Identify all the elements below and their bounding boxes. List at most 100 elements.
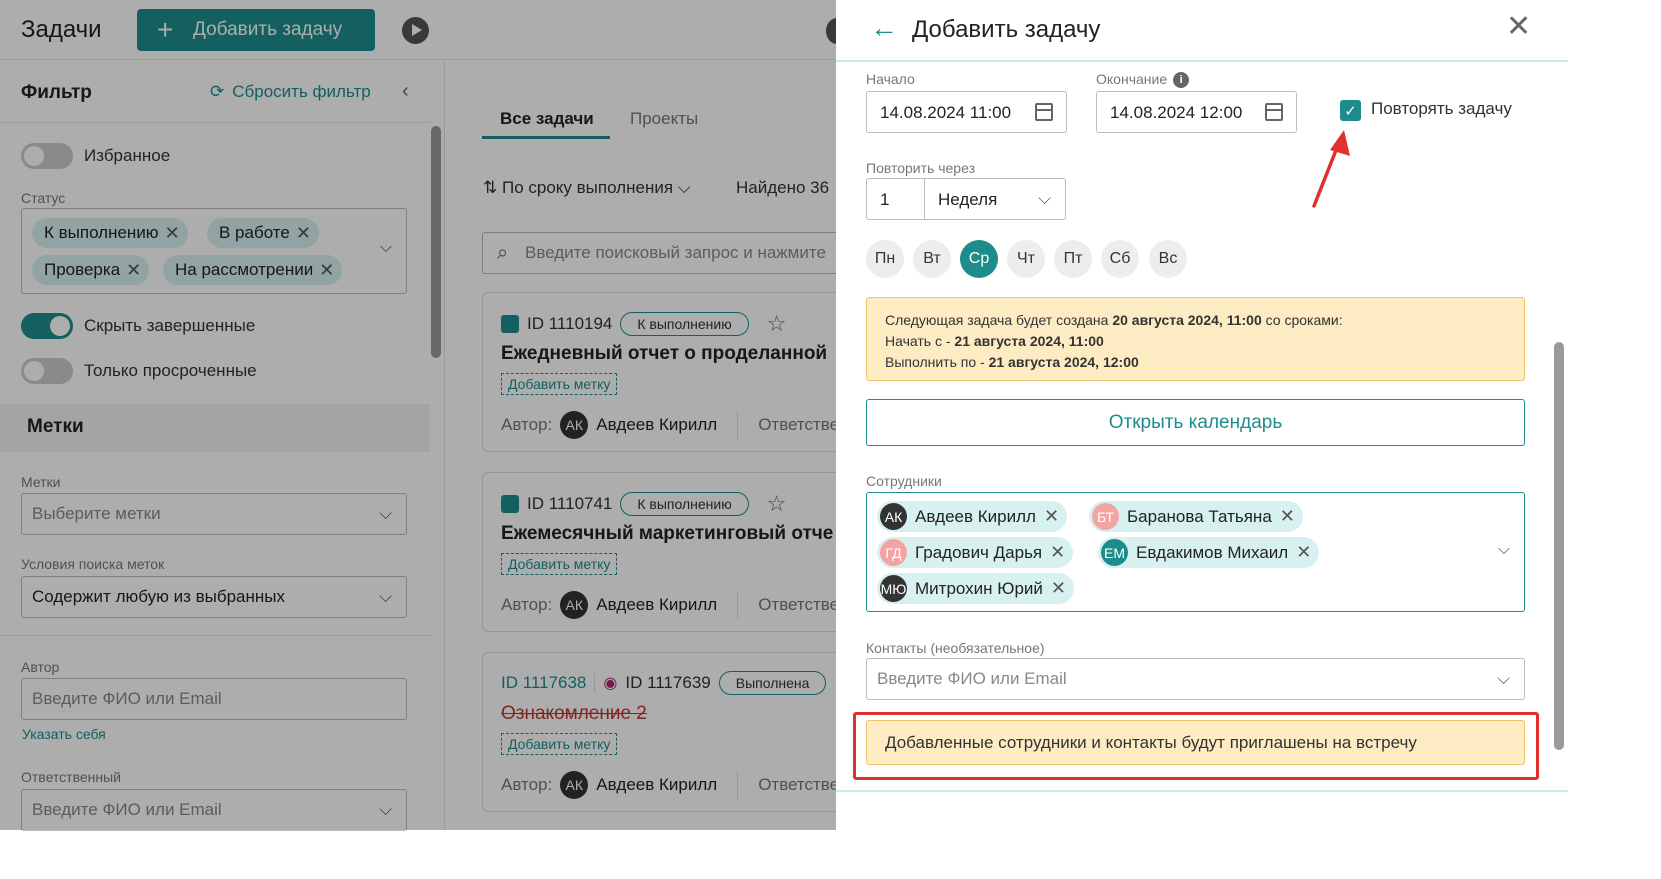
status-badge[interactable]: К выполнению (620, 312, 749, 336)
repeat-task-checkbox[interactable]: ✓ (1340, 100, 1361, 121)
status-badge[interactable]: К выполнению (620, 492, 749, 516)
star-icon[interactable]: ☆ (767, 491, 787, 517)
star-icon[interactable]: ☆ (767, 311, 787, 337)
remove-icon[interactable]: ✕ (1280, 506, 1295, 527)
top-bar: Задачи + Добавить задачу (0, 0, 848, 60)
remove-icon[interactable]: ✕ (296, 223, 311, 244)
task-tabs: Все задачи Проекты (482, 99, 836, 139)
repeat-unit-select[interactable]: Неделя ⌵ (924, 178, 1066, 220)
task-type-icon (501, 315, 519, 333)
divider (737, 591, 739, 619)
add-task-label: Добавить задачу (193, 19, 343, 40)
task-title[interactable]: Ежемесячный маркетинговый отче (501, 523, 833, 545)
remove-icon[interactable]: ✕ (1050, 542, 1065, 563)
status-select[interactable]: К выполнению ✕ В работе ✕ Проверка ✕ На рас… (21, 208, 407, 294)
add-task-button[interactable]: + Добавить задачу (137, 9, 375, 51)
chevron-down-icon: ⌵ (379, 587, 392, 606)
set-self-link[interactable]: Указать себя (22, 726, 106, 742)
employee-chip[interactable]: АК Авдеев Кирилл ✕ (877, 501, 1068, 532)
task-title[interactable]: Ознакомление 2 (501, 703, 647, 725)
weekday-fri[interactable]: Пт (1054, 240, 1092, 278)
status-chip[interactable]: В работе ✕ (207, 218, 319, 248)
remove-icon[interactable]: ✕ (1296, 542, 1311, 563)
calendar-icon[interactable] (1035, 103, 1053, 121)
favorites-toggle[interactable] (21, 143, 73, 169)
employee-chip[interactable]: ГД Градович Дарья ✕ (877, 537, 1074, 568)
task-id: ID 1117639 (625, 673, 711, 692)
next-task-notice: Следующая задача будет создана 20 август… (866, 297, 1525, 381)
avatar: БТ (1092, 503, 1119, 530)
start-datetime-input[interactable]: 14.08.2024 11:00 (866, 91, 1067, 133)
status-badge[interactable]: Выполнена (718, 671, 827, 695)
author-input[interactable]: Введите ФИО или Email (21, 678, 407, 720)
overdue-only-toggle[interactable] (21, 358, 73, 384)
sidebar-scrollbar[interactable] (431, 126, 441, 358)
search-input[interactable]: ⌕ Введите поисковый запрос и нажмите (482, 232, 852, 274)
employee-chip[interactable]: ЕМ Евдакимов Михаил ✕ (1098, 537, 1320, 568)
remove-icon[interactable]: ✕ (165, 223, 180, 244)
open-calendar-button[interactable]: Открыть календарь (866, 399, 1525, 446)
tag-search-select[interactable]: Содержит любую из выбранных ⌵ (21, 576, 407, 618)
tab-projects[interactable]: Проекты (630, 109, 698, 129)
chevron-down-icon[interactable]: ⌵ (1498, 541, 1510, 559)
close-icon[interactable]: ✕ (1506, 12, 1531, 42)
remove-icon[interactable]: ✕ (1051, 578, 1066, 599)
weekday-thu[interactable]: Чт (1007, 240, 1045, 278)
task-id: ID 1110741 (527, 494, 613, 513)
weekday-wed[interactable]: Ср (960, 240, 998, 278)
weekday-mon[interactable]: Пн (866, 240, 904, 278)
info-icon[interactable]: i (1173, 72, 1190, 89)
avatar: АК (560, 771, 589, 799)
parent-task-link[interactable]: ID 1117638 (501, 673, 586, 693)
weekday-sat[interactable]: Сб (1101, 240, 1139, 278)
status-chip[interactable]: На рассмотрении ✕ (163, 255, 343, 285)
remove-icon[interactable]: ✕ (1044, 506, 1059, 527)
add-tag-button[interactable]: Добавить метку (501, 553, 618, 575)
remove-icon[interactable]: ✕ (319, 260, 334, 281)
task-author: Автор: АК Авдеев Кирилл Ответстве (501, 771, 839, 799)
chevron-down-icon[interactable]: ⌵ (380, 239, 392, 257)
task-card[interactable]: ID 1110741 К выполнению ☆ Ежемесячный ма… (482, 472, 852, 632)
chevron-down-icon: ⌵ (379, 504, 392, 523)
task-id-row: ID 1110194 К выполнению ☆ (501, 311, 786, 337)
repeat-task-label[interactable]: Повторять задачу (1371, 99, 1512, 119)
app-title: Задачи (21, 16, 102, 43)
back-arrow-icon[interactable]: ← (870, 12, 898, 44)
task-card[interactable]: ID 1117638 ◉ ID 1117639 Выполнена Ознако… (482, 652, 852, 812)
task-id: ID 1110194 (527, 314, 613, 333)
add-tag-button[interactable]: Добавить метку (501, 373, 618, 395)
employee-chip[interactable]: БТ Баранова Татьяна ✕ (1089, 501, 1303, 532)
tab-all-tasks[interactable]: Все задачи (500, 109, 594, 129)
hide-completed-toggle[interactable] (21, 313, 73, 339)
contacts-input[interactable]: Введите ФИО или Email ⌵ (866, 658, 1525, 700)
add-tag-button[interactable]: Добавить метку (501, 733, 618, 755)
status-chip[interactable]: К выполнению ✕ (32, 218, 188, 248)
weekday-sun[interactable]: Вс (1149, 240, 1187, 278)
tags-section-header: Метки (0, 404, 430, 452)
remove-icon[interactable]: ✕ (126, 260, 141, 281)
tags-select[interactable]: Выберите метки ⌵ (21, 493, 407, 535)
weekday-tue[interactable]: Вт (913, 240, 951, 278)
end-datetime-input[interactable]: 14.08.2024 12:00 (1096, 91, 1297, 133)
reset-filter-button[interactable]: ⟳ Сбросить фильтр (210, 82, 371, 102)
status-chip[interactable]: Проверка ✕ (32, 255, 150, 285)
reset-filter-label: Сбросить фильтр (232, 82, 371, 101)
responsible-input[interactable]: Введите ФИО или Email ⌵ (21, 789, 407, 831)
collapse-sidebar-icon[interactable]: ‹ (402, 80, 409, 103)
employees-select[interactable]: АК Авдеев Кирилл ✕ БТ Баранова Татьяна ✕… (866, 492, 1525, 612)
task-card[interactable]: ID 1110194 К выполнению ☆ Ежедневный отч… (482, 292, 852, 452)
avatar: МЮ (880, 575, 907, 602)
status-label: Статус (21, 190, 66, 206)
avatar: АК (560, 411, 589, 439)
play-icon[interactable] (402, 17, 429, 44)
repeat-interval-input[interactable]: 1 (866, 178, 926, 220)
calendar-icon[interactable] (1265, 103, 1283, 121)
chevron-down-icon: ⌵ (677, 178, 691, 197)
avatar: АК (560, 591, 589, 619)
sort-dropdown[interactable]: ⇅ По сроку выполнения ⌵ (483, 178, 691, 198)
panel-scrollbar[interactable] (1554, 342, 1564, 750)
tags-label: Метки (21, 474, 61, 490)
task-title[interactable]: Ежедневный отчет о проделанной (501, 343, 827, 365)
employee-chip[interactable]: МЮ Митрохин Юрий ✕ (877, 573, 1074, 604)
chevron-down-icon: ⌵ (1497, 669, 1510, 688)
